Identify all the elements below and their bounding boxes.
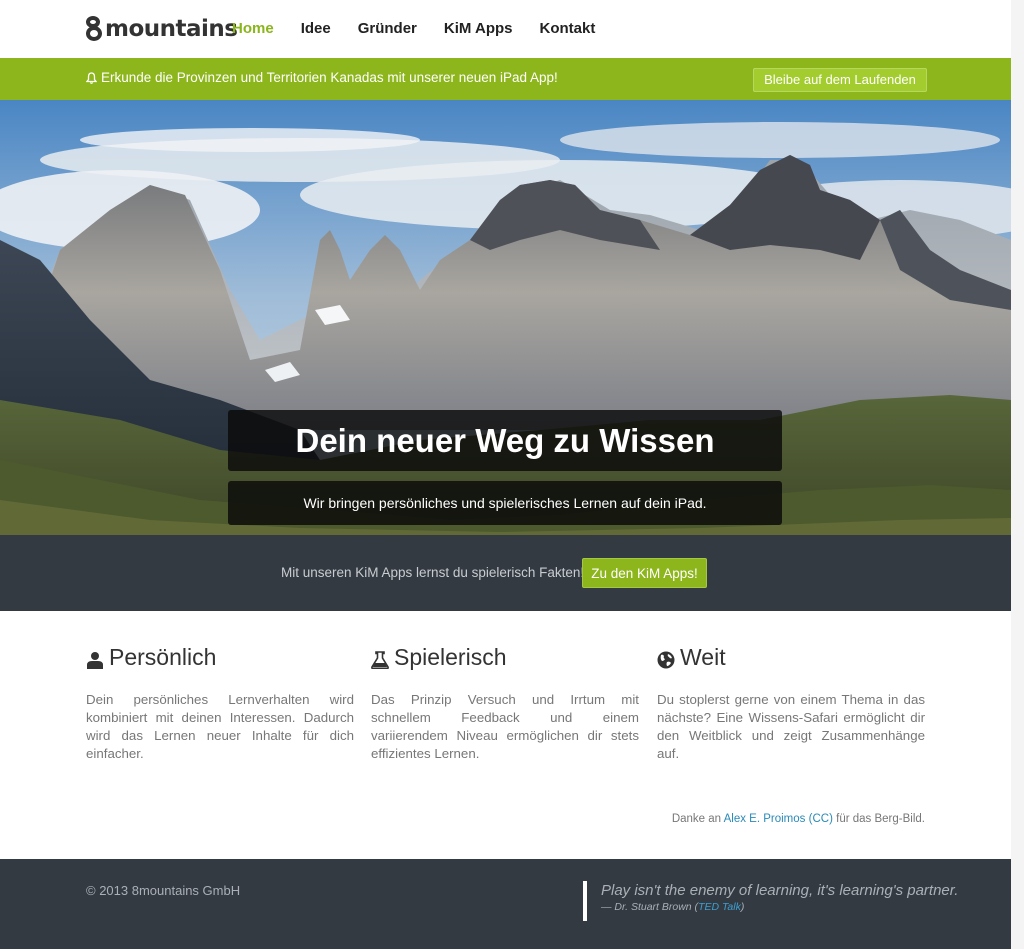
quote-text: Play isn't the enemy of learning, it's l… — [601, 882, 959, 899]
nav-idee[interactable]: Idee — [301, 20, 331, 37]
nav-home[interactable]: Home — [232, 20, 274, 37]
feature-heading: Persönlich — [86, 643, 354, 671]
feature-text: Das Prinzip Versuch und Irrtum mit schne… — [371, 692, 639, 761]
cta-text: Mit unseren KiM Apps lernst du spieleris… — [281, 565, 585, 580]
main-nav: Home Idee Gründer KiM Apps Kontakt — [232, 20, 622, 37]
feature-title: Weit — [680, 643, 726, 670]
flask-icon — [371, 648, 389, 670]
hero-banner: Dein neuer Weg zu Wissen Wir bringen per… — [0, 100, 1011, 535]
logo-text: mountains — [105, 16, 238, 42]
globe-icon — [657, 648, 675, 669]
feature-text: Du stoplerst gerne von einem Thema in da… — [657, 692, 925, 761]
bell-icon — [86, 72, 97, 84]
nav-kim-apps[interactable]: KiM Apps — [444, 20, 513, 37]
announcement: Erkunde die Provinzen und Territorien Ka… — [86, 70, 558, 85]
announcement-text: Erkunde die Provinzen und Territorien Ka… — [101, 70, 558, 85]
feature-title: Persönlich — [109, 643, 217, 670]
nav-gruender[interactable]: Gründer — [358, 20, 417, 37]
feature-heading: Spielerisch — [371, 643, 639, 671]
quote-citation: — Dr. Stuart Brown (TED Talk) — [601, 901, 745, 913]
announcement-bar: Erkunde die Provinzen und Territorien Ka… — [0, 58, 1011, 100]
footer-quote: Play isn't the enemy of learning, it's l… — [583, 881, 958, 921]
feature-heading: Weit — [657, 643, 925, 671]
page-scrollbar[interactable] — [1011, 0, 1024, 949]
image-credit: Danke an Alex E. Proimos (CC) für das Be… — [671, 813, 925, 825]
stay-updated-button[interactable]: Bleibe auf dem Laufenden — [753, 68, 927, 92]
kim-apps-button[interactable]: Zu den KiM Apps! — [582, 558, 707, 588]
hero-title: Dein neuer Weg zu Wissen — [228, 410, 782, 471]
credit-license-link[interactable]: (CC) — [809, 813, 833, 825]
copyright: © 2013 8mountains GmbH — [86, 883, 241, 898]
hero-subtitle: Wir bringen persönliches und spielerisch… — [228, 481, 782, 525]
cta-band: Mit unseren KiM Apps lernst du spieleris… — [0, 535, 1011, 611]
feature-title: Spielerisch — [394, 643, 507, 670]
credit-author-link[interactable]: Alex E. Proimos — [724, 813, 806, 825]
site-footer: © 2013 8mountains GmbH Play isn't the en… — [0, 859, 1011, 949]
feature-playful: Spielerisch Das Prinzip Versuch und Irrt… — [371, 643, 639, 763]
ted-talk-link[interactable]: TED Talk — [698, 901, 741, 913]
feature-personal: Persönlich Dein persönliches Lernverhalt… — [86, 643, 354, 763]
site-header: mountains Home Idee Gründer KiM Apps Kon… — [0, 0, 1012, 58]
nav-kontakt[interactable]: Kontakt — [540, 20, 596, 37]
logo-eight-mark — [85, 16, 103, 42]
logo[interactable]: mountains — [85, 14, 238, 44]
feature-wide: Weit Du stoplerst gerne von einem Thema … — [657, 643, 925, 763]
feature-text: Dein persönliches Lernverhalten wird kom… — [86, 692, 354, 761]
user-icon — [86, 648, 104, 669]
